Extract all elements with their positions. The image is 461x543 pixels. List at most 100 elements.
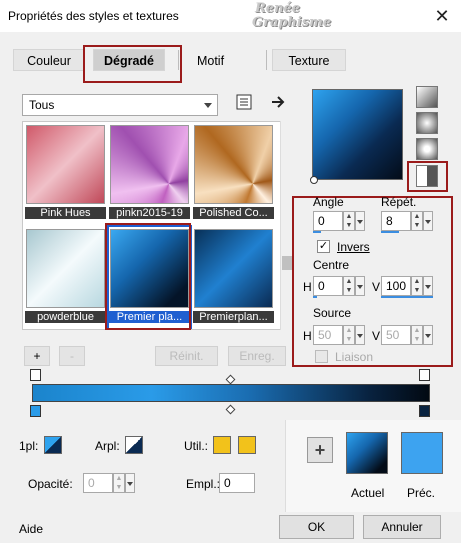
scrollbar-thumb[interactable] xyxy=(282,256,292,270)
first-plane-label: 1pl: xyxy=(19,439,39,453)
rectangular-style-button[interactable] xyxy=(416,112,438,134)
first-plane-swatch[interactable] xyxy=(44,436,62,454)
angle-slider-bar xyxy=(313,231,321,233)
watermark-logo: Renée Graphisme xyxy=(252,1,332,30)
top-stop-marker[interactable] xyxy=(419,369,430,381)
linear-style-button[interactable] xyxy=(416,86,438,108)
link-label: Liaison xyxy=(335,350,374,364)
gallery-item[interactable]: powderblue xyxy=(25,227,106,328)
angle-label: Angle xyxy=(313,195,344,209)
util-swatch-2[interactable] xyxy=(238,436,256,454)
add-swatch-button[interactable]: + xyxy=(307,437,333,463)
source-h-spinner[interactable]: ▲ ▼ xyxy=(343,325,355,345)
reset-button[interactable]: Réinit. xyxy=(155,346,218,366)
source-h-label: H xyxy=(303,329,312,343)
gallery-item-label: Premierplan... xyxy=(193,311,274,323)
gallery-item-label: powderblue xyxy=(25,311,106,323)
empl-label: Empl.: xyxy=(186,477,221,491)
center-v-dropdown[interactable] xyxy=(423,276,433,296)
opacity-spinner[interactable]: ▲ ▼ xyxy=(113,473,125,493)
source-v-spinner[interactable]: ▲ ▼ xyxy=(411,325,423,345)
tab-degrade[interactable]: Dégradé xyxy=(93,49,165,71)
source-v-field[interactable]: 50 xyxy=(381,325,411,345)
tab-separator xyxy=(266,50,267,70)
repeat-slider-bar xyxy=(381,231,399,233)
center-h-dropdown[interactable] xyxy=(355,276,365,296)
gradient-editor-bar[interactable] xyxy=(32,384,430,402)
gradient-swatch xyxy=(26,125,105,204)
bottom-midpoint-handle[interactable] xyxy=(225,404,236,415)
selection-highlight-box xyxy=(105,223,191,330)
category-dropdown[interactable]: Tous xyxy=(22,94,218,116)
tab-motif[interactable]: Motif xyxy=(183,49,238,71)
chevron-down-icon xyxy=(204,103,212,108)
gradient-swatch xyxy=(26,229,105,308)
gallery-item[interactable]: Polished Co... xyxy=(193,123,274,224)
gallery-item-label: Pink Hues xyxy=(25,207,106,219)
help-link[interactable]: Aide xyxy=(19,522,43,536)
tab-couleur[interactable]: Couleur xyxy=(13,49,85,71)
gradient-preview[interactable] xyxy=(312,89,403,180)
repeat-dropdown[interactable] xyxy=(423,211,433,231)
ok-button[interactable]: OK xyxy=(279,515,354,539)
opacity-label: Opacité: xyxy=(28,477,73,491)
gallery-item-label: pinkn2015-19 xyxy=(109,207,190,219)
angle-field[interactable]: 0 xyxy=(313,211,343,231)
cancel-button[interactable]: Annuler xyxy=(363,515,441,539)
source-v-dropdown[interactable] xyxy=(423,325,433,345)
invert-checkbox[interactable]: ✓ xyxy=(317,240,330,253)
radial-style-button[interactable] xyxy=(416,165,438,187)
source-label: Source xyxy=(313,306,352,320)
opacity-field[interactable]: 0 xyxy=(83,473,113,493)
source-h-field[interactable]: 50 xyxy=(313,325,343,345)
repeat-field[interactable]: 8 xyxy=(381,211,411,231)
link-checkbox[interactable] xyxy=(315,350,328,363)
center-v-field[interactable]: 100 xyxy=(381,276,411,296)
center-label: Centre xyxy=(313,258,350,272)
current-color-box[interactable] xyxy=(346,432,388,474)
sunburst-style-button[interactable] xyxy=(416,138,438,160)
center-h-slider-bar xyxy=(313,296,317,298)
source-h-dropdown[interactable] xyxy=(355,325,365,345)
arrow-right-icon[interactable] xyxy=(270,94,286,110)
previous-color-box[interactable] xyxy=(401,432,443,474)
bottom-stop-marker[interactable] xyxy=(419,405,430,417)
center-point-handle[interactable] xyxy=(310,176,318,184)
gallery-item[interactable]: pinkn2015-19 xyxy=(109,123,190,224)
bottom-stop-marker[interactable] xyxy=(30,405,41,417)
repeat-spinner[interactable]: ▲ ▼ xyxy=(411,211,423,231)
util-swatch-1[interactable] xyxy=(213,436,231,454)
center-v-slider-bar xyxy=(381,296,433,298)
center-h-field[interactable]: 0 xyxy=(313,276,343,296)
gradient-swatch xyxy=(194,229,273,308)
previous-label: Préc. xyxy=(407,486,436,500)
gallery-item-label: Polished Co... xyxy=(193,207,274,219)
tab-texture[interactable]: Texture xyxy=(272,49,346,71)
save-preset-button[interactable]: Enreg. xyxy=(228,346,286,366)
empl-field[interactable]: 0 xyxy=(219,473,255,493)
angle-spinner[interactable]: ▲ ▼ xyxy=(343,211,355,231)
angle-dropdown[interactable] xyxy=(355,211,365,231)
top-midpoint-handle[interactable] xyxy=(225,374,236,385)
category-value: Tous xyxy=(29,98,55,112)
top-stop-marker[interactable] xyxy=(30,369,41,381)
remove-preset-button[interactable]: - xyxy=(59,346,85,366)
add-preset-button[interactable]: + xyxy=(24,346,50,366)
center-v-spinner[interactable]: ▲ ▼ xyxy=(411,276,423,296)
gallery-item[interactable]: Premierplan... xyxy=(193,227,274,328)
background-plane-label: Arpl: xyxy=(95,439,120,453)
center-h-spinner[interactable]: ▲ ▼ xyxy=(343,276,355,296)
source-v-label: V xyxy=(372,329,381,343)
background-plane-swatch[interactable] xyxy=(125,436,143,454)
window-title: Propriétés des styles et textures xyxy=(8,9,179,23)
tab-separator xyxy=(178,50,179,70)
current-label: Actuel xyxy=(351,486,385,500)
list-view-icon[interactable] xyxy=(236,94,252,110)
close-button[interactable]: ✕ xyxy=(426,2,458,30)
opacity-dropdown[interactable] xyxy=(125,473,135,493)
invert-label: Invers xyxy=(337,240,370,254)
gallery-item[interactable]: Pink Hues xyxy=(25,123,106,224)
gradient-swatch xyxy=(194,125,273,204)
gradient-swatch xyxy=(110,125,189,204)
util-label: Util.: xyxy=(184,439,208,453)
